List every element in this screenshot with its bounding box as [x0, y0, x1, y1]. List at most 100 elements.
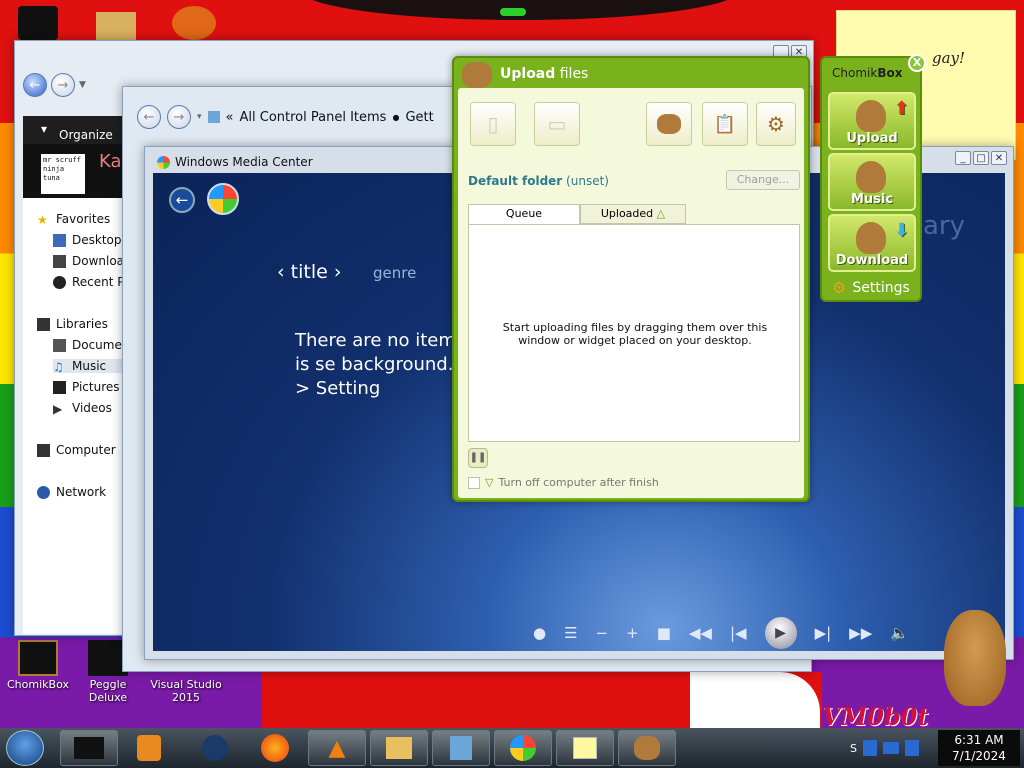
- close-button[interactable]: ✕: [991, 151, 1007, 165]
- back-button[interactable]: ←: [137, 105, 161, 129]
- hamster-button[interactable]: [646, 102, 692, 146]
- close-button[interactable]: X: [908, 54, 926, 72]
- add-file-icon: ▯: [487, 112, 499, 136]
- desktop-icon-browser[interactable]: [172, 6, 216, 40]
- system-clock[interactable]: 6:31 AM 7/1/2024: [938, 730, 1020, 766]
- album-title-fragment: Ka: [99, 151, 122, 172]
- rewind-icon[interactable]: ◀◀: [689, 624, 712, 642]
- next-icon[interactable]: ▶|: [815, 624, 832, 642]
- hamster-mascot[interactable]: [944, 610, 1006, 706]
- change-folder-button[interactable]: Change...: [726, 170, 800, 190]
- tab-uploaded[interactable]: Uploaded △: [580, 204, 686, 224]
- back-button[interactable]: ←: [23, 73, 47, 97]
- previous-icon[interactable]: |◀: [730, 624, 747, 642]
- taskbar-button-firefox[interactable]: [246, 730, 304, 766]
- back-arrow-icon[interactable]: ←: [169, 187, 195, 213]
- desktop-icon-folder[interactable]: [96, 12, 136, 40]
- upload-files-window[interactable]: Upload files ▯ ▭ 📋 ⚙ Default folder (uns…: [452, 56, 810, 502]
- desktop-icon: [53, 233, 66, 247]
- network-icon[interactable]: [882, 742, 899, 754]
- taskbar-button-control-panel[interactable]: [432, 730, 490, 766]
- settings-button[interactable]: ⚙: [756, 102, 796, 146]
- chomikbox-icon: [634, 736, 660, 760]
- minus-icon[interactable]: −: [596, 624, 609, 642]
- libraries-icon: [37, 317, 50, 331]
- turn-off-option: ▽ Turn off computer after finish: [468, 476, 659, 489]
- tab-queue[interactable]: Queue: [468, 204, 580, 224]
- sort-genre[interactable]: genre: [373, 264, 416, 282]
- add-folder-icon: ▭: [547, 112, 567, 136]
- nav-label: Music: [72, 359, 107, 373]
- nav-favorites[interactable]: ★ Favorites: [37, 212, 127, 226]
- tray-overflow[interactable]: S: [850, 742, 857, 755]
- maximize-button[interactable]: □: [973, 151, 989, 165]
- chomikbox-music-button[interactable]: Music: [828, 153, 916, 211]
- stop-icon[interactable]: ■: [657, 624, 671, 642]
- volume-icon[interactable]: 🔈: [890, 624, 909, 642]
- breadcrumb-overflow[interactable]: «: [226, 110, 234, 125]
- nav-label: Documer: [72, 338, 127, 352]
- organize-button[interactable]: Organize ▾: [41, 122, 113, 142]
- nav-network[interactable]: Network: [37, 485, 127, 499]
- tray-app-icon[interactable]: [862, 740, 877, 756]
- chomikbox-title: ChomikBox: [832, 66, 902, 80]
- vlc-cone-icon: ▲: [328, 735, 346, 761]
- taskbar-button-sticky-notes[interactable]: [556, 730, 614, 766]
- chevron-down-icon[interactable]: ▼: [79, 80, 86, 90]
- chevron-down-icon[interactable]: ▾: [197, 112, 202, 122]
- taskbar-button-media-player[interactable]: [120, 730, 178, 766]
- desktop-wallpaper-shape: [300, 0, 740, 20]
- nav-computer[interactable]: Computer: [37, 443, 127, 457]
- sort-title[interactable]: ‹ title ›: [277, 261, 341, 283]
- forward-button[interactable]: →: [167, 105, 191, 129]
- fast-forward-icon[interactable]: ▶▶: [849, 624, 872, 642]
- breadcrumb-item-next[interactable]: Gett: [405, 110, 433, 125]
- chomikbox-settings[interactable]: ⚙ Settings: [832, 278, 910, 297]
- desktop-icon-black[interactable]: [18, 6, 58, 40]
- settings-label: Settings: [852, 279, 910, 296]
- control-panel-icon: [450, 736, 472, 760]
- media-player-icon: [137, 735, 161, 761]
- gear-icon: ⚙: [832, 278, 847, 297]
- windows-start-orb-icon[interactable]: [207, 183, 239, 215]
- forward-button[interactable]: →: [51, 73, 75, 97]
- taskbar-button-media-center[interactable]: [494, 730, 552, 766]
- media-center-logo-icon: [510, 735, 536, 761]
- hamster-headphones-icon: [856, 161, 886, 193]
- record-icon[interactable]: ●: [533, 624, 546, 642]
- taskbar-button-black-app[interactable]: [60, 730, 118, 766]
- add-folder-button[interactable]: ▭: [534, 102, 580, 146]
- paste-button[interactable]: 📋: [702, 102, 748, 146]
- explorer-nav-buttons: ← → ▼: [23, 73, 86, 97]
- taskbar-button-chomikbox[interactable]: [618, 730, 676, 766]
- start-button[interactable]: [6, 730, 44, 766]
- turn-off-checkbox[interactable]: [468, 476, 480, 489]
- chomikbox-upload-button[interactable]: ⬆ Upload: [828, 92, 916, 150]
- list-icon[interactable]: ☰: [564, 624, 577, 642]
- upload-title-bold: Upload: [500, 66, 556, 82]
- desktop-icon-chomikbox[interactable]: ChomikBox: [2, 640, 74, 691]
- upload-panel: ▯ ▭ 📋 ⚙ Default folder (unset) Change...…: [458, 88, 804, 498]
- arrow-down-icon: ⬇: [894, 220, 910, 241]
- taskbar-button-vlc[interactable]: ▲: [308, 730, 366, 766]
- upload-queue-list[interactable]: Start uploading files by dragging them o…: [468, 224, 800, 442]
- pictures-icon: [53, 380, 66, 394]
- pause-button[interactable]: ❚❚: [468, 448, 488, 468]
- minimize-button[interactable]: _: [955, 151, 971, 165]
- wallpaper-white-block: [690, 672, 820, 728]
- nav-music[interactable]: ♫ Music: [53, 359, 131, 373]
- chomikbox-widget[interactable]: ChomikBox X ⬆ Upload Music ⬇ Download ⚙ …: [820, 54, 926, 302]
- breadcrumb-item[interactable]: All Control Panel Items: [240, 110, 387, 125]
- plus-icon[interactable]: +: [626, 624, 639, 642]
- nav-libraries[interactable]: Libraries: [37, 317, 127, 331]
- play-button[interactable]: ▶: [764, 617, 797, 649]
- taskbar-button-globe[interactable]: [186, 730, 244, 766]
- wallpaper-brand-text: VM0b0t: [822, 702, 929, 731]
- documents-icon: [53, 338, 66, 352]
- tray-device-icon[interactable]: [904, 740, 919, 756]
- default-folder-value: (unset): [566, 174, 609, 188]
- chomikbox-download-button[interactable]: ⬇ Download: [828, 214, 916, 272]
- chomikbox-title-bold: Box: [877, 66, 903, 80]
- taskbar-button-explorer[interactable]: [370, 730, 428, 766]
- add-file-button[interactable]: ▯: [470, 102, 516, 146]
